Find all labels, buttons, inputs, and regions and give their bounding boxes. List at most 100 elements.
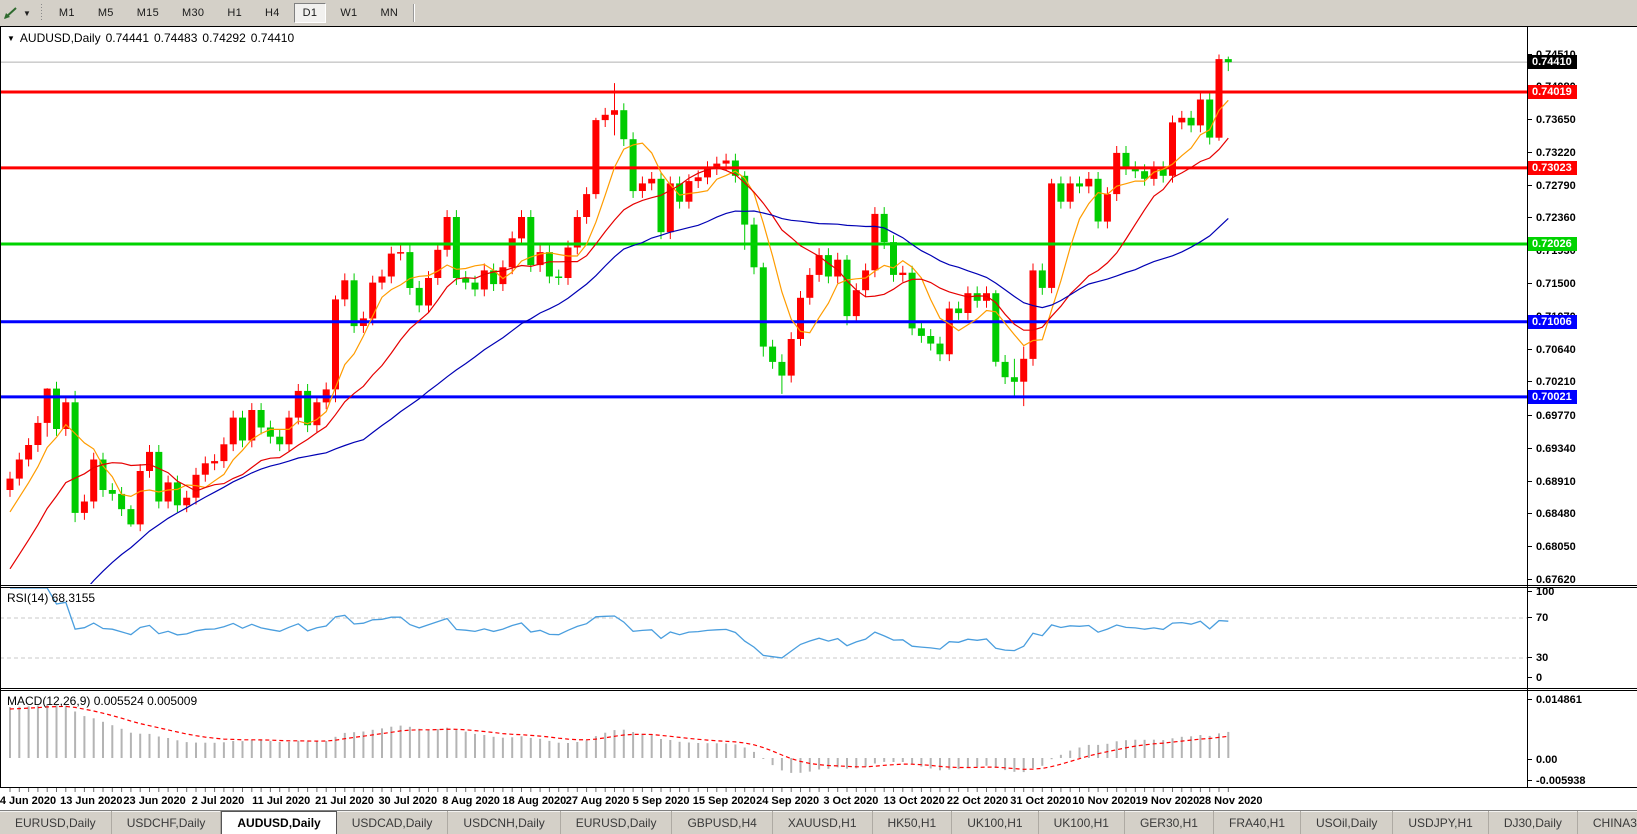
chevron-down-icon[interactable]: ▼ [23,9,31,18]
frame-macd-top [0,690,1637,691]
date-label: 11 Jul 2020 [252,795,311,807]
frame-main-bottom [0,585,1637,586]
date-label: 23 Jun 2020 [123,795,186,807]
symbol-tab-uk100-h1[interactable]: UK100,H1 [952,811,1039,834]
timeframe-button-h1[interactable]: H1 [218,3,251,23]
frame-left [0,26,1,788]
symbol-tab-hk50-h1[interactable]: HK50,H1 [873,811,953,834]
symbol-tab-dj30-daily[interactable]: DJ30,Daily [1489,811,1578,834]
toolbar: ▼ M1 M5 M15 M30 H1 H4 D1 W1 MN [0,0,1637,26]
price-tick-label: 0.71500 [1528,277,1576,291]
symbol-label: AUDUSD,Daily [19,31,101,45]
date-label: 2 Jul 2020 [191,795,245,807]
chart-tool-icon[interactable] [2,4,22,22]
date-label: 3 Oct 2020 [823,795,879,807]
symbol-tab-audusd-daily[interactable]: AUDUSD,Daily [221,811,337,834]
macd-axis-label: 0.00 [1528,753,1557,767]
rsi-axis-label: 30 [1528,651,1548,665]
timeframe-button-d1[interactable]: D1 [293,3,327,23]
current-price-tag: 0.74410 [1528,55,1577,69]
price-tick-label: 0.68910 [1528,475,1576,489]
date-label: 28 Nov 2020 [1198,795,1263,807]
timeframe-button-mn[interactable]: MN [371,3,407,23]
symbol-tab-fra40-h1[interactable]: FRA40,H1 [1214,811,1302,834]
macd-histogram [9,704,1230,773]
mt4-window: ▼ M1 M5 M15 M30 H1 H4 D1 W1 MN ▼ AUDUSD,Daily 0.… [0,0,1637,834]
price-tick-label: 0.68050 [1528,540,1576,554]
macd-label: MACD(12,26,9) 0.005524 0.005009 [7,694,198,708]
price-tick-label: 0.72360 [1528,211,1576,225]
price-axis: 0.745100.740800.736500.732200.727900.723… [1528,26,1637,810]
price-tick-label: 0.70640 [1528,343,1576,357]
symbol-tab-ger30-h1[interactable]: GER30,H1 [1125,811,1214,834]
symbol-tab-usoil-daily[interactable]: USOil,Daily [1301,811,1394,834]
symbol-tab-uk100-h1[interactable]: UK100,H1 [1039,811,1125,834]
toolbar-separator [413,4,415,22]
frame-rsi-top [0,587,1637,588]
rsi-line [10,588,1229,659]
timeframe-button-m15[interactable]: M15 [128,3,168,23]
price-tick-label: 0.69770 [1528,409,1576,423]
timeframe-button-w1[interactable]: W1 [331,3,366,23]
date-label: 4 Jun 2020 [0,795,57,807]
rsi-axis-label: 0 [1528,671,1542,685]
macd-pane[interactable] [0,691,1527,786]
rsi-label: RSI(14) 68.3155 [7,591,96,605]
level-price-tag: 0.73023 [1528,161,1577,175]
price-tick-label: 0.73650 [1528,113,1576,127]
price-tick-label: 0.73220 [1528,146,1576,160]
date-label: 19 Nov 2020 [1135,795,1200,807]
timeframe-button-h4[interactable]: H4 [256,3,289,23]
date-label: 10 Nov 2020 [1072,795,1136,807]
symbol-tab-xauusd-h1[interactable]: XAUUSD,H1 [773,811,873,834]
symbol-tab-usdcad-daily[interactable]: USDCAD,Daily [337,811,449,834]
ohlc-close: 0.74410 [250,31,295,45]
price-tick-label: 0.68480 [1528,507,1576,521]
level-price-tag: 0.72026 [1528,237,1577,251]
collapse-indicator-icon[interactable]: ▼ [7,34,15,43]
symbol-tab-china300-h1[interactable]: CHINA300,H1 [1578,811,1637,834]
level-price-tag: 0.70021 [1528,390,1577,404]
rsi-pane[interactable] [0,588,1527,687]
symbol-tabbar: EURUSD,Daily USDCHF,Daily AUDUSD,Daily USDC… [0,810,1637,834]
timeframe-button-m1[interactable]: M1 [50,3,84,23]
date-label: 21 Jul 2020 [315,795,374,807]
toolbar-grip[interactable] [38,4,44,22]
macd-axis-label: -0.005938 [1528,774,1586,788]
date-label: 8 Aug 2020 [442,795,500,807]
macd-axis-label: 0.014861 [1528,693,1582,707]
level-price-tag: 0.74019 [1528,85,1577,99]
symbol-tab-usdchf-daily[interactable]: USDCHF,Daily [112,811,222,834]
frame-macd-bottom [0,787,1637,788]
price-tick-label: 0.70210 [1528,375,1576,389]
price-tick-label: 0.72790 [1528,179,1576,193]
macd-signal-line [9,705,1229,770]
date-label: 22 Oct 2020 [946,795,1009,807]
date-label: 18 Aug 2020 [502,795,567,807]
frame-rsi-bottom [0,688,1637,689]
symbol-tab-usdcnh-daily[interactable]: USDCNH,Daily [448,811,561,834]
timeframe-button-m5[interactable]: M5 [89,3,123,23]
date-label: 5 Sep 2020 [632,795,690,807]
candlestick-chart[interactable] [0,27,1527,584]
timeframe-buttons: M1 M5 M15 M30 H1 H4 D1 W1 MN [50,3,407,23]
symbol-tab-usdjpy-h1[interactable]: USDJPY,H1 [1393,811,1489,834]
date-label: 31 Oct 2020 [1010,795,1072,807]
symbol-tab-gbpusd-h4[interactable]: GBPUSD,H4 [672,811,773,834]
candles [6,54,1232,532]
axis-border [1527,26,1528,788]
ohlc-open: 0.74441 [105,31,149,45]
date-label: 13 Jun 2020 [60,795,123,807]
ohlc-low: 0.74292 [202,31,246,45]
frame-top [0,26,1637,27]
symbol-tab-eurusd-daily[interactable]: EURUSD,Daily [561,811,673,834]
date-label: 27 Aug 2020 [565,795,630,807]
chart-title: ▼ AUDUSD,Daily 0.74441 0.74483 0.74292 0… [7,31,294,45]
ohlc-high: 0.74483 [154,31,198,45]
date-label: 30 Jul 2020 [378,795,438,807]
rsi-axis-label: 70 [1528,611,1548,625]
timeframe-button-m30[interactable]: M30 [173,3,213,23]
time-axis: 4 Jun 2020 13 Jun 2020 23 Jun 2020 2 Jul 20… [0,788,1527,810]
date-label: 15 Sep 2020 [692,795,756,807]
symbol-tab-eurusd-daily[interactable]: EURUSD,Daily [0,811,112,834]
